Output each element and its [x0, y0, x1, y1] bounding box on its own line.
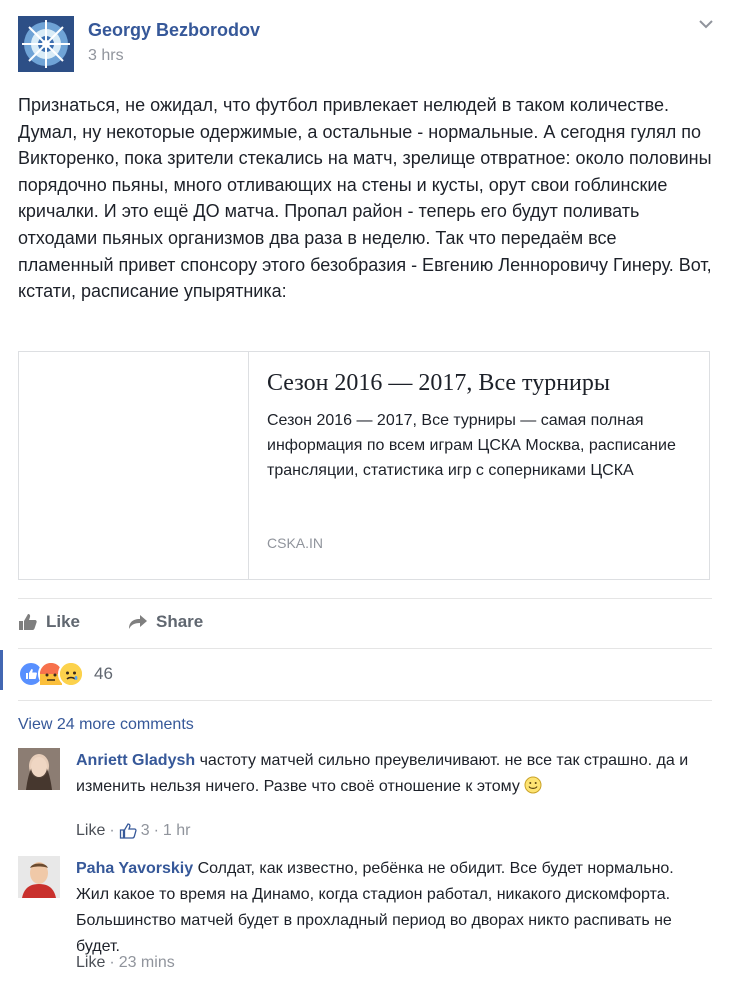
reaction-count: 46 — [94, 664, 113, 683]
share-button[interactable]: Share — [128, 612, 203, 632]
author-name[interactable]: Georgy Bezborodov — [88, 20, 260, 41]
like-button[interactable]: Like — [18, 612, 80, 632]
post-text: Признаться, не ожидал, что футбол привле… — [18, 95, 712, 302]
like-label: Like — [46, 612, 81, 631]
comment: Paha Yavorskiy Солдат, как известно, реб… — [76, 856, 710, 960]
share-icon — [129, 615, 147, 629]
comment: Anriett Gladysh частоту матчей сильно пр… — [76, 748, 710, 803]
smile-icon — [524, 776, 542, 803]
commenter-name[interactable]: Paha Yavorskiy — [76, 860, 193, 877]
comment-timestamp[interactable]: 1 hr — [163, 822, 191, 840]
active-indicator — [0, 650, 3, 690]
post-timestamp[interactable]: 3 hrs — [88, 47, 124, 65]
divider — [18, 648, 712, 649]
sad-icon — [58, 661, 84, 687]
share-label: Share — [156, 612, 204, 631]
link-description: Сезон 2016 — 2017, Все турниры — самая п… — [267, 412, 676, 479]
view-more-comments-link[interactable]: View 24 more comments — [18, 716, 194, 734]
link-preview-card[interactable]: Сезон 2016 — 2017, Все турниры Сезон 201… — [18, 351, 710, 580]
thumbs-up-icon — [19, 614, 37, 630]
link-thumbnail — [19, 352, 249, 579]
comment-like-link[interactable]: Like — [76, 954, 105, 972]
link-domain: CSKA.IN — [267, 535, 324, 551]
commenter-avatar[interactable] — [18, 856, 60, 898]
comment-timestamp[interactable]: 23 mins — [119, 954, 175, 972]
link-title[interactable]: Сезон 2016 — 2017, Все турниры — [267, 370, 610, 397]
thumbs-up-icon — [119, 823, 137, 839]
divider — [18, 598, 712, 599]
comment-like-link[interactable]: Like — [76, 822, 105, 840]
facebook-post: Georgy Bezborodov 3 hrs Признаться, не о… — [0, 0, 730, 982]
comment-like-count[interactable]: 3 — [141, 822, 150, 840]
comment-meta: Like · 23 mins — [76, 954, 175, 972]
chevron-down-icon[interactable] — [698, 16, 714, 32]
author-avatar[interactable] — [18, 16, 74, 72]
comment-meta: Like · 3 · 1 hr — [76, 822, 191, 840]
commenter-avatar[interactable] — [18, 748, 60, 790]
divider — [18, 700, 712, 701]
reactions-summary[interactable]: 46 — [18, 661, 113, 687]
commenter-name[interactable]: Anriett Gladysh — [76, 752, 195, 769]
